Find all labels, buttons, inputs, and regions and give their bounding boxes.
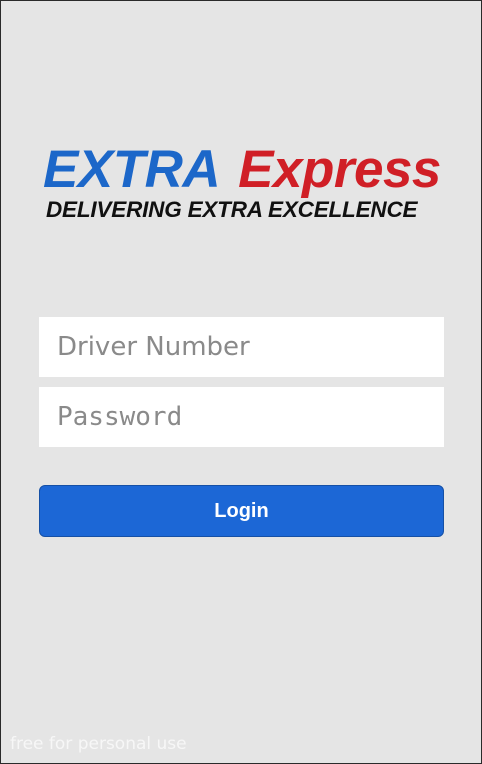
password-input[interactable] [39, 387, 444, 447]
login-screen: EXTRA Express DELIVERING EXTRA EXCELLENCE… [0, 0, 482, 764]
login-button[interactable]: Login [39, 485, 444, 537]
logo-tagline: DELIVERING EXTRA EXCELLENCE [46, 197, 418, 222]
logo-wordmark: EXTRA Express [43, 141, 443, 199]
logo-word-express: Express [238, 140, 441, 199]
watermark-text: free for personal use [10, 734, 187, 754]
extra-express-logo: EXTRA Express DELIVERING EXTRA EXCELLENCE [43, 141, 443, 221]
driver-number-input[interactable] [39, 317, 444, 377]
logo-word-extra: EXTRA [43, 140, 221, 199]
